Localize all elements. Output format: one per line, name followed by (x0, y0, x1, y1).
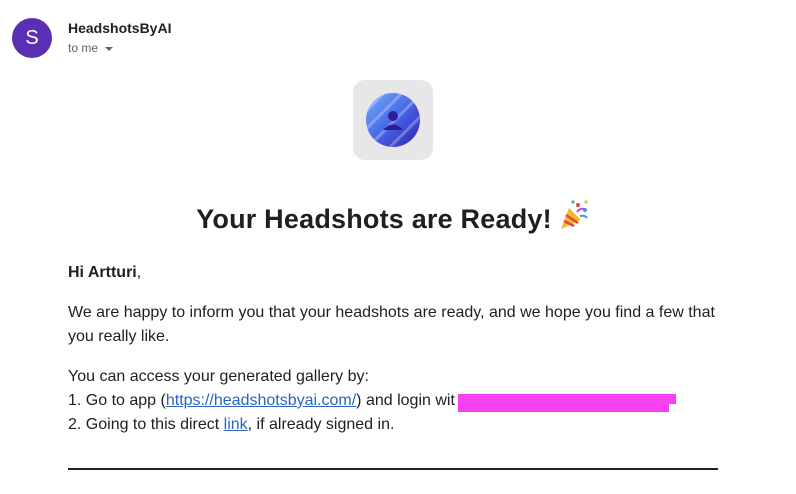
email-view: S HeadshotsByAI to me Your Headshots are… (0, 0, 796, 494)
chevron-down-icon[interactable] (105, 46, 114, 51)
sender-name[interactable]: HeadshotsByAI (68, 20, 171, 36)
step2-prefix: 2. Going to this direct (68, 416, 224, 433)
step2-suffix: , if already signed in. (247, 416, 395, 433)
headshot-logo-icon (366, 93, 420, 147)
intro-paragraph: We are happy to inform you that your hea… (68, 304, 715, 345)
greeting-name: Artturi (87, 264, 137, 281)
party-popper-icon (558, 199, 590, 238)
brand-logo (353, 80, 433, 160)
access-heading: You can access your generated gallery by… (68, 368, 369, 385)
headline-text: Your Headshots are Ready! (196, 204, 552, 234)
app-url-link[interactable]: https://headshotsbyai.com/ (166, 392, 356, 409)
divider (68, 468, 718, 470)
greeting-suffix: , (136, 264, 142, 281)
greeting-prefix: Hi (68, 264, 88, 281)
redaction-mark (458, 403, 669, 412)
recipient-label: to me (68, 41, 99, 55)
email-headline: Your Headshots are Ready! (0, 199, 786, 238)
step1-suffix: ) and login wit (356, 392, 455, 409)
sender-avatar[interactable]: S (12, 18, 52, 58)
recipient-details-toggle[interactable]: to me (68, 41, 114, 55)
step-2: 2. Going to this direct link, if already… (68, 413, 718, 437)
greeting: Hi Artturi, (68, 261, 718, 285)
step1-prefix: 1. Go to app ( (68, 392, 166, 409)
direct-gallery-link[interactable]: link (224, 416, 248, 433)
